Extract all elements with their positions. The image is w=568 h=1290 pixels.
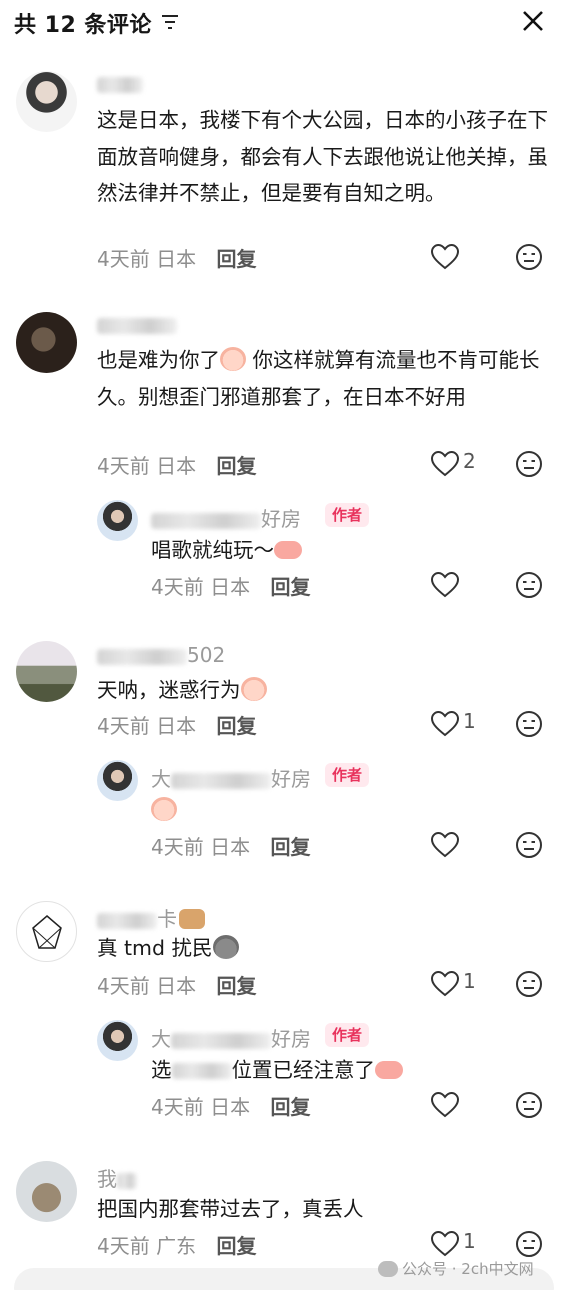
dislike-icon[interactable]: [515, 571, 543, 599]
comment-text: 唱歌就纯玩～: [151, 532, 541, 569]
watermark: 公众号 · 2ch中文网: [378, 1258, 534, 1279]
username[interactable]: [97, 71, 143, 95]
reply-button[interactable]: 回复: [216, 454, 256, 478]
dislike-icon[interactable]: [515, 450, 543, 478]
comment-text: 天呐，迷惑行为: [97, 672, 549, 709]
crying-emoji-icon: [151, 797, 177, 821]
heart-icon[interactable]: [431, 1092, 459, 1118]
heart-icon[interactable]: [431, 244, 459, 270]
thumbs-up-emoji-icon: [375, 1061, 403, 1079]
dislike-icon[interactable]: [515, 243, 543, 271]
reply-button[interactable]: 回复: [216, 1234, 256, 1258]
avatar[interactable]: [97, 500, 138, 541]
reply-button[interactable]: 回复: [216, 974, 256, 998]
dislike-icon[interactable]: [515, 710, 543, 738]
cat-emoji-icon: [179, 909, 205, 929]
comment-text: 选位置已经注意了: [151, 1052, 541, 1089]
username[interactable]: 卡: [97, 903, 205, 932]
heart-icon[interactable]: [431, 572, 459, 598]
reply-button[interactable]: 回复: [216, 247, 256, 271]
close-icon[interactable]: [520, 8, 546, 34]
comment-text: 也是难为你了 你这样就算有流量也不肯可能长久。别想歪门邪道那套了，在日本不好用: [97, 347, 540, 409]
comment-meta: 4天前 日本 回复: [97, 714, 257, 738]
filter-icon[interactable]: [160, 13, 180, 31]
comment-meta: 4天前 日本 回复: [151, 835, 311, 859]
author-badge: 作者: [325, 763, 370, 787]
dislike-icon[interactable]: [515, 970, 543, 998]
comment-location: 日本: [156, 247, 197, 271]
comment-text: 把国内那套带过去了，真丢人: [97, 1197, 364, 1221]
like-count: 1: [463, 969, 476, 993]
avatar[interactable]: [16, 71, 77, 132]
comments-header: 共 12 条评论: [0, 0, 568, 48]
comment-meta: 4天前 日本 回复: [151, 575, 311, 599]
poop-emoji-icon: [212, 935, 239, 959]
avatar[interactable]: [16, 312, 77, 373]
comment-meta: 4天前 日本 回复: [97, 974, 257, 998]
comment-meta: 4天前 日本 回复: [151, 1095, 311, 1119]
username[interactable]: 我: [97, 1163, 137, 1192]
reply-button[interactable]: 回复: [270, 1095, 310, 1119]
comment-count-title: 共 12 条评论: [14, 13, 152, 38]
like-count: 1: [463, 1229, 476, 1253]
avatar[interactable]: [97, 1020, 138, 1061]
avatar[interactable]: [97, 760, 138, 801]
avatar[interactable]: [16, 1161, 77, 1222]
wechat-icon: [378, 1261, 398, 1277]
comment-meta: 4天前 日本 回复: [97, 454, 257, 478]
crying-emoji-icon: [240, 677, 267, 701]
username[interactable]: [97, 312, 177, 336]
comment-time: 4天前: [97, 247, 150, 271]
heart-icon[interactable]: [431, 971, 459, 997]
comment-text: [151, 792, 541, 829]
thumbs-up-emoji-icon: [274, 541, 302, 559]
reply-button[interactable]: 回复: [270, 575, 310, 599]
comment-meta: 4天前 日本 回复: [97, 243, 256, 272]
comment-text: 这是日本，我楼下有个大公园，日本的小孩子在下面放音响健身，都会有人下去跟他说让他…: [97, 108, 548, 205]
comment-meta: 4天前 广东 回复: [97, 1234, 257, 1258]
heart-icon[interactable]: [431, 1231, 459, 1257]
like-count: 2: [463, 449, 476, 473]
reply-button[interactable]: 回复: [216, 714, 256, 738]
heart-icon[interactable]: [431, 451, 459, 477]
dislike-icon[interactable]: [515, 1230, 543, 1258]
username[interactable]: 大好房: [151, 763, 311, 792]
dislike-icon[interactable]: [515, 1091, 543, 1119]
author-badge: 作者: [325, 1023, 370, 1047]
avatar[interactable]: [16, 641, 77, 702]
heart-icon[interactable]: [431, 832, 459, 858]
heart-icon[interactable]: [431, 711, 459, 737]
username[interactable]: 大好房: [151, 1023, 311, 1052]
username[interactable]: 好房: [151, 503, 301, 532]
author-badge: 作者: [325, 503, 370, 527]
username[interactable]: 502: [97, 643, 225, 667]
avatar[interactable]: [16, 901, 77, 962]
dislike-icon[interactable]: [515, 831, 543, 859]
comment-text: 真 tmd 扰民: [97, 930, 549, 967]
logo-icon: [32, 915, 62, 949]
like-count: 1: [463, 709, 476, 733]
reply-button[interactable]: 回复: [270, 835, 310, 859]
crying-emoji-icon: [220, 347, 246, 371]
